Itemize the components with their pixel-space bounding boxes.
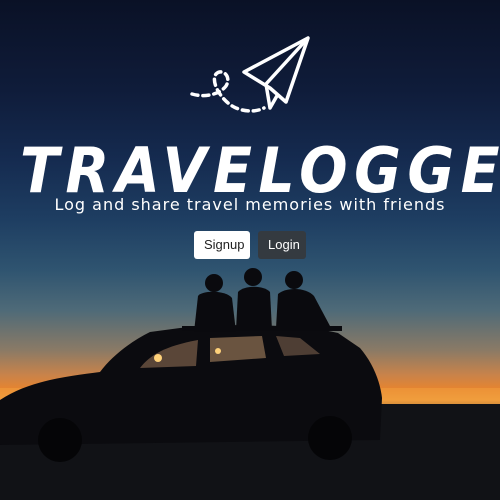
signup-button[interactable]: Signup	[194, 231, 250, 259]
paper-plane-icon	[190, 36, 310, 113]
app-tagline: Log and share travel memories with frien…	[54, 195, 446, 214]
login-button[interactable]: Login	[258, 231, 306, 259]
hero-background: TRAVELOGGER Log and share travel memorie…	[0, 0, 500, 500]
auth-actions: Signup Login	[194, 231, 306, 259]
